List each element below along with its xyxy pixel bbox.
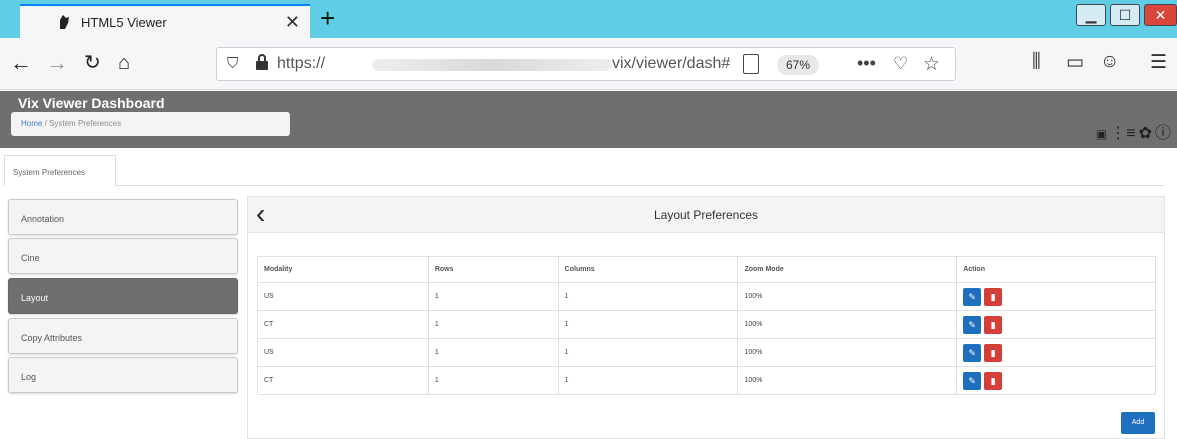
cell-action: ✎ ▮: [956, 282, 1156, 311]
layout-preferences-table: Modality Rows Columns Zoom Mode Action U…: [257, 256, 1156, 395]
list-tree-icon[interactable]: ⋮≡: [1110, 125, 1135, 143]
cell-zoom: 100%: [737, 338, 958, 367]
breadcrumb: Home / System Preferences: [11, 112, 290, 136]
app-header: Vix Viewer Dashboard Home / System Prefe…: [0, 91, 1177, 148]
cell-modality: CT: [257, 366, 429, 395]
library-icon[interactable]: ⫼: [1032, 51, 1041, 73]
table-row: CT 1 1 100% ✎ ▮: [257, 310, 1156, 339]
delete-row-button[interactable]: ▮: [984, 315, 1003, 334]
pocket-icon[interactable]: ♡: [893, 54, 908, 74]
page-actions-icon[interactable]: •••: [857, 53, 876, 74]
bookmark-star-icon[interactable]: ☆: [923, 53, 940, 76]
tab-title: HTML5 Viewer: [81, 14, 167, 30]
cell-zoom: 100%: [737, 310, 958, 339]
back-arrow-icon[interactable]: ←: [10, 50, 32, 76]
sidebar-item-copy-attributes[interactable]: Copy Attributes: [8, 318, 238, 354]
edit-icon: ✎: [968, 375, 976, 386]
layout-preferences-panel: ‹ Layout Preferences Modality Rows Colum…: [247, 196, 1165, 439]
column-header-columns: Columns: [557, 256, 739, 283]
edit-row-button[interactable]: ✎: [963, 287, 982, 306]
cell-rows: 1: [427, 366, 559, 395]
breadcrumb-home-link[interactable]: Home: [21, 119, 42, 128]
sidebar-item-log[interactable]: Log: [8, 357, 238, 393]
reload-icon[interactable]: ↻: [84, 50, 101, 76]
tracking-shield-icon[interactable]: ⛉: [227, 55, 238, 72]
cell-columns: 1: [557, 282, 739, 311]
zoom-level[interactable]: 67%: [777, 55, 820, 75]
trash-icon: ▮: [990, 375, 996, 386]
cell-rows: 1: [427, 282, 559, 311]
reader-view-icon[interactable]: [743, 54, 759, 74]
edit-icon: ✎: [968, 347, 976, 358]
menu-icon[interactable]: ☰: [1150, 51, 1167, 74]
browser-tab-strip: HTML5 Viewer ✕ + ▁ ☐ ✕: [0, 0, 1177, 38]
app-title: Vix Viewer Dashboard: [18, 95, 165, 111]
table-row: CT 1 1 100% ✎ ▮: [257, 366, 1156, 395]
panel-title: Layout Preferences: [653, 208, 759, 222]
trash-icon: ▮: [990, 291, 996, 302]
add-button[interactable]: Add: [1121, 412, 1155, 434]
info-icon[interactable]: ⓘ: [1155, 125, 1171, 143]
cell-action: ✎ ▮: [956, 366, 1156, 395]
breadcrumb-separator: /: [44, 119, 47, 128]
sidebar-icon[interactable]: ▭: [1066, 51, 1084, 74]
cell-rows: 1: [427, 338, 559, 367]
column-header-modality: Modality: [257, 256, 429, 283]
cell-columns: 1: [557, 366, 739, 395]
maximize-button[interactable]: ☐: [1110, 4, 1140, 26]
edit-row-button[interactable]: ✎: [963, 343, 982, 362]
panel-header: ‹ Layout Preferences: [248, 197, 1164, 233]
delete-row-button[interactable]: ▮: [984, 371, 1003, 390]
cell-columns: 1: [557, 310, 739, 339]
tab-divider: [116, 185, 1164, 186]
edit-row-button[interactable]: ✎: [963, 315, 982, 334]
cell-columns: 1: [557, 338, 739, 367]
browser-navbar: ← → ↻ ⌂ ⛉ https:// vix/viewer/dash# 67% …: [0, 38, 1177, 90]
cell-action: ✎ ▮: [956, 310, 1156, 339]
close-window-button[interactable]: ✕: [1144, 4, 1177, 26]
delete-row-button[interactable]: ▮: [984, 343, 1003, 362]
cell-rows: 1: [427, 310, 559, 339]
gear-icon[interactable]: ✿: [1139, 125, 1152, 143]
url-prefix: https://: [277, 55, 326, 72]
minimize-button[interactable]: ▁: [1076, 4, 1106, 26]
dicom-tag-icon[interactable]: ▣: [1096, 125, 1107, 143]
cell-zoom: 100%: [737, 366, 958, 395]
cell-action: ✎ ▮: [956, 338, 1156, 367]
trash-icon: ▮: [990, 319, 996, 330]
cell-zoom: 100%: [737, 282, 958, 311]
column-header-zoom-mode: Zoom Mode: [737, 256, 958, 283]
url-redacted: [372, 59, 612, 71]
sidebar-item-layout[interactable]: Layout: [8, 278, 238, 314]
edit-icon: ✎: [968, 319, 976, 330]
cell-modality: US: [257, 338, 429, 367]
account-icon[interactable]: ☺: [1100, 51, 1119, 73]
viewer-logo-icon: [60, 15, 69, 29]
edit-row-button[interactable]: ✎: [963, 371, 982, 390]
table-row: US 1 1 100% ✎ ▮: [257, 338, 1156, 367]
trash-icon: ▮: [990, 347, 996, 358]
tab-system-preferences[interactable]: System Preferences: [4, 155, 116, 186]
close-tab-icon[interactable]: ✕: [285, 12, 300, 33]
table-header-row: Modality Rows Columns Zoom Mode Action: [257, 256, 1156, 283]
cell-modality: US: [257, 282, 429, 311]
column-header-rows: Rows: [427, 256, 559, 283]
header-toolbar: ▣ ⋮≡ ✿ ⓘ: [1096, 125, 1171, 143]
lock-icon[interactable]: [255, 53, 269, 71]
forward-arrow-icon[interactable]: →: [46, 50, 68, 76]
column-header-action: Action: [956, 256, 1156, 283]
breadcrumb-current: System Preferences: [49, 119, 122, 128]
browser-tab[interactable]: HTML5 Viewer ✕: [20, 4, 310, 38]
url-bar[interactable]: ⛉ https:// vix/viewer/dash# 67% ••• ♡ ☆: [216, 47, 956, 81]
delete-row-button[interactable]: ▮: [984, 287, 1003, 306]
sidebar-item-annotation[interactable]: Annotation: [8, 199, 238, 235]
new-tab-button[interactable]: +: [320, 4, 335, 32]
sidebar-item-cine[interactable]: Cine: [8, 238, 238, 274]
table-row: US 1 1 100% ✎ ▮: [257, 282, 1156, 311]
home-icon[interactable]: ⌂: [118, 50, 130, 76]
edit-icon: ✎: [968, 291, 976, 302]
cell-modality: CT: [257, 310, 429, 339]
url-suffix: vix/viewer/dash#: [612, 55, 731, 72]
